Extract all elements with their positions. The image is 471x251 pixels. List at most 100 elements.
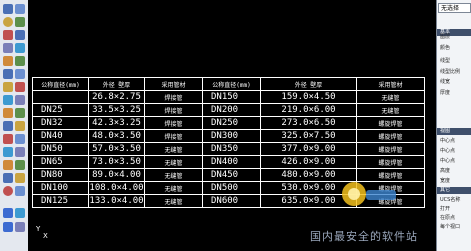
table-cell: 133.0×4.00: [88, 194, 145, 208]
properties-tool-icon[interactable]: [15, 208, 25, 218]
table-row: DN32 42.3×3.25 焊接管 DN250 273.0×6.50 螺旋焊管: [32, 116, 425, 130]
table-cell: 426.0×9.00: [260, 155, 357, 169]
table-cell: 377.0×9.00: [260, 142, 357, 156]
table-cell: 无缝管: [144, 142, 203, 156]
ucs-x-label: X: [43, 232, 48, 240]
hatch-tool-icon[interactable]: [15, 134, 25, 144]
misc-ucs-name[interactable]: UCS名称: [440, 197, 460, 203]
zoom-tool-icon[interactable]: [3, 222, 13, 232]
table-cell: DN65: [32, 155, 89, 169]
table-cell: 73.0×3.50: [88, 155, 145, 169]
section-view-header[interactable]: 视图: [437, 128, 471, 135]
table-cell: [32, 90, 89, 104]
view-center-x[interactable]: 中心点: [440, 138, 455, 144]
line-tool-icon[interactable]: [3, 4, 13, 14]
array-tool-icon[interactable]: [15, 69, 25, 79]
view-width[interactable]: 宽度: [440, 178, 450, 184]
view-center-z[interactable]: 中心点: [440, 158, 455, 164]
table-header-row: 公称直径(mm) 外径 壁厚 采用管材 公称直径(mm) 外径 壁厚 采用管材: [32, 77, 425, 91]
polyline-tool-icon[interactable]: [15, 4, 25, 14]
circle-tool-icon[interactable]: [3, 17, 13, 27]
table-cell: DN250: [202, 116, 261, 130]
offset-tool-icon[interactable]: [3, 69, 13, 79]
text-tool-icon[interactable]: [3, 147, 13, 157]
header-cell: 外径 壁厚: [260, 77, 357, 91]
table-cell: DN80: [32, 168, 89, 182]
cad-window: 公称直径(mm) 外径 壁厚 采用管材 公称直径(mm) 外径 壁厚 采用管材 …: [0, 0, 471, 251]
table-cell: DN150: [202, 90, 261, 104]
misc-at-origin[interactable]: 在原点: [440, 215, 455, 221]
arc-tool-icon[interactable]: [15, 17, 25, 27]
table-cell: DN600: [202, 194, 261, 208]
table-cell: 焊接管: [144, 129, 203, 143]
table-cell: 273.0×6.50: [260, 116, 357, 130]
pan-tool-icon[interactable]: [15, 222, 25, 232]
break-tool-icon[interactable]: [3, 108, 13, 118]
move-tool-icon[interactable]: [3, 43, 13, 53]
fillet-tool-icon[interactable]: [15, 121, 25, 131]
table-cell: 48.0×3.50: [88, 129, 145, 143]
rotate-tool-icon[interactable]: [3, 56, 13, 66]
spline-tool-icon[interactable]: [15, 173, 25, 183]
header-cell: 采用管材: [356, 77, 425, 91]
table-cell: DN32: [32, 116, 89, 130]
table-cell: 螺旋焊管: [356, 142, 425, 156]
scale-tool-icon[interactable]: [3, 82, 13, 92]
ellipse-tool-icon[interactable]: [3, 186, 13, 196]
property-linetype[interactable]: 线型: [440, 58, 450, 64]
section-misc-label: 其它: [440, 187, 451, 193]
rectangle-tool-icon[interactable]: [3, 30, 13, 40]
trim-tool-icon[interactable]: [3, 95, 13, 105]
header-cell: 公称直径(mm): [202, 77, 261, 91]
property-linetype-scale[interactable]: 线型比例: [440, 69, 460, 75]
table-cell: 325.0×7.50: [260, 129, 357, 143]
view-height[interactable]: 高度: [440, 168, 450, 174]
layer-tool-icon[interactable]: [3, 208, 13, 218]
table-cell: 219.0×6.00: [260, 103, 357, 117]
table-cell: DN350: [202, 142, 261, 156]
section-misc-header[interactable]: 其它: [437, 187, 471, 194]
selection-dropdown[interactable]: 无选择: [438, 3, 471, 13]
table-cell: DN300: [202, 129, 261, 143]
table-cell: DN500: [202, 181, 261, 195]
mirror-tool-icon[interactable]: [15, 56, 25, 66]
copy-tool-icon[interactable]: [15, 43, 25, 53]
table-cell: 螺旋焊管: [356, 129, 425, 143]
header-cell: 公称直径(mm): [32, 77, 89, 91]
insert-tool-icon[interactable]: [15, 160, 25, 170]
table-cell: 焊接管: [144, 90, 203, 104]
table-cell: 无缝管: [144, 181, 203, 195]
property-layer[interactable]: 图层: [440, 34, 450, 40]
explode-tool-icon[interactable]: [3, 134, 13, 144]
table-cell: 无缝管: [356, 90, 425, 104]
table-cell: DN200: [202, 103, 261, 117]
property-thickness[interactable]: 厚度: [440, 90, 450, 96]
table-cell: 焊接管: [144, 103, 203, 117]
table-cell: DN40: [32, 129, 89, 143]
table-row: 26.8×2.75 焊接管 DN150 159.0×4.50 无缝管: [32, 90, 425, 104]
table-cell: DN450: [202, 168, 261, 182]
extend-tool-icon[interactable]: [15, 95, 25, 105]
header-cell: 采用管材: [144, 77, 203, 91]
table-tool-icon[interactable]: [15, 147, 25, 157]
table-cell: DN100: [32, 181, 89, 195]
table-cell: 焊接管: [144, 116, 203, 130]
chamfer-tool-icon[interactable]: [3, 121, 13, 131]
block-tool-icon[interactable]: [3, 160, 13, 170]
point-tool-icon[interactable]: [3, 173, 13, 183]
property-lineweight[interactable]: 线宽: [440, 79, 450, 85]
table-row: DN50 57.0×3.50 无缝管 DN350 377.0×9.00 螺旋焊管: [32, 142, 425, 156]
table-cell: 无缝管: [144, 155, 203, 169]
table-cell: 42.3×3.25: [88, 116, 145, 130]
property-color[interactable]: 颜色: [440, 45, 450, 51]
table-cell: DN400: [202, 155, 261, 169]
table-cell: 螺旋焊管: [356, 155, 425, 169]
stretch-tool-icon[interactable]: [15, 82, 25, 92]
join-tool-icon[interactable]: [15, 108, 25, 118]
draw-toolbar: [0, 0, 29, 251]
region-tool-icon[interactable]: [15, 186, 25, 196]
polygon-tool-icon[interactable]: [15, 30, 25, 40]
misc-per-viewport[interactable]: 每个视口: [440, 224, 460, 230]
misc-open[interactable]: 打开: [440, 206, 450, 212]
view-center-y[interactable]: 中心点: [440, 148, 455, 154]
